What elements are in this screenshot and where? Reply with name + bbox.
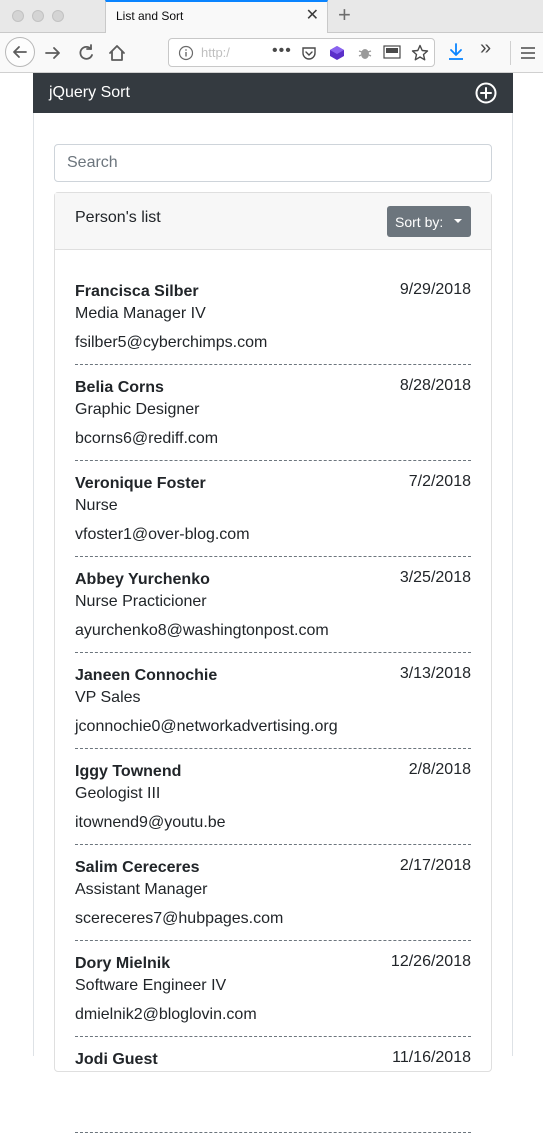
- person-date: 2/17/2018: [399, 857, 471, 874]
- list-item[interactable]: Jodi Guest 11/16/2018: [75, 1037, 471, 1133]
- person-date: 3/25/2018: [399, 569, 471, 586]
- person-role: Nurse Practicioner: [75, 593, 207, 610]
- person-role: Media Manager IV: [75, 305, 206, 322]
- person-date: 9/29/2018: [399, 281, 471, 298]
- browser-toolbar: http:/ ••• »: [0, 33, 543, 73]
- sort-button-label: Sort by:: [395, 213, 444, 230]
- person-email: scereceres7@hubpages.com: [75, 910, 284, 927]
- url-bar[interactable]: http:/ •••: [168, 38, 435, 67]
- person-date: 8/28/2018: [399, 377, 471, 394]
- home-icon[interactable]: [107, 43, 127, 63]
- person-role: VP Sales: [75, 689, 141, 706]
- person-date: 3/13/2018: [399, 665, 471, 682]
- person-list-card: Person's list Sort by: Francisca Silber …: [54, 192, 492, 1133]
- person-name: Abbey Yurchenko: [75, 571, 210, 588]
- person-email: jconnochie0@networkadvertising.org: [75, 718, 338, 735]
- navbar-brand[interactable]: jQuery Sort: [49, 84, 130, 102]
- forward-arrow-icon[interactable]: [43, 43, 63, 63]
- person-date: 2/8/2018: [408, 761, 471, 778]
- close-icon[interactable]: ✕: [306, 6, 319, 26]
- list-item[interactable]: Belia Corns 8/28/2018 Graphic Designer b…: [75, 365, 471, 461]
- info-icon[interactable]: [178, 45, 194, 61]
- person-email: ayurchenko8@washingtonpost.com: [75, 622, 329, 639]
- search-input[interactable]: [54, 144, 492, 182]
- person-name: Jodi Guest: [75, 1051, 158, 1068]
- person-role: Assistant Manager: [75, 881, 208, 898]
- download-icon[interactable]: [447, 42, 465, 62]
- browser-tab-bar: List and Sort ✕ +: [0, 0, 543, 33]
- caret-down-icon: [454, 219, 462, 223]
- person-name: Janeen Connochie: [75, 667, 218, 684]
- person-date: 7/2/2018: [408, 473, 471, 490]
- person-email: bcorns6@rediff.com: [75, 430, 219, 447]
- add-circle-icon[interactable]: [475, 82, 497, 104]
- url-text: http:/: [201, 45, 230, 60]
- window-zoom-control[interactable]: [52, 10, 64, 22]
- list-item[interactable]: Salim Cereceres 2/17/2018 Assistant Mana…: [75, 845, 471, 941]
- list-item[interactable]: Dory Mielnik 12/26/2018 Software Enginee…: [75, 941, 471, 1037]
- person-name: Francisca Silber: [75, 283, 199, 300]
- person-date: 12/26/2018: [390, 953, 471, 970]
- overflow-chevron-icon[interactable]: »: [480, 38, 491, 58]
- back-button[interactable]: [5, 37, 35, 67]
- reload-icon[interactable]: [76, 43, 96, 63]
- sort-dropdown-button[interactable]: Sort by:: [387, 206, 471, 237]
- person-name: Iggy Townend: [75, 763, 182, 780]
- hamburger-menu-icon[interactable]: [520, 45, 536, 61]
- person-email: vfoster1@over-blog.com: [75, 526, 250, 543]
- person-role: Graphic Designer: [75, 401, 200, 418]
- toolbar-divider: [510, 41, 511, 65]
- list-item[interactable]: Abbey Yurchenko 3/25/2018 Nurse Practici…: [75, 557, 471, 653]
- screen-size-icon[interactable]: [383, 45, 401, 61]
- person-role: Geologist III: [75, 785, 161, 802]
- person-name: Salim Cereceres: [75, 859, 200, 876]
- person-name: Dory Mielnik: [75, 955, 171, 972]
- app-navbar: jQuery Sort: [33, 73, 513, 113]
- person-name: Veronique Foster: [75, 475, 206, 492]
- person-name: Belia Corns: [75, 379, 164, 396]
- bookmark-star-icon[interactable]: [411, 44, 429, 62]
- extension-cube-icon[interactable]: [329, 45, 345, 61]
- card-header: Person's list Sort by:: [55, 193, 491, 250]
- list-item[interactable]: Veronique Foster 7/2/2018 Nurse vfoster1…: [75, 461, 471, 557]
- window-close-control[interactable]: [12, 10, 24, 22]
- back-arrow-icon: [13, 46, 27, 58]
- person-role: Nurse: [75, 497, 118, 514]
- person-role: Software Engineer IV: [75, 977, 227, 994]
- list-item[interactable]: Francisca Silber 9/29/2018 Media Manager…: [75, 269, 471, 365]
- person-date: 11/16/2018: [392, 1049, 471, 1066]
- pocket-icon[interactable]: [301, 45, 317, 61]
- tab-title: List and Sort: [116, 9, 184, 23]
- person-email: dmielnik2@bloglovin.com: [75, 1006, 257, 1023]
- card-title: Person's list: [75, 209, 161, 226]
- person-email: itownend9@youtu.be: [75, 814, 226, 831]
- bug-icon[interactable]: [357, 45, 373, 61]
- list-item[interactable]: Iggy Townend 2/8/2018 Geologist III itow…: [75, 749, 471, 845]
- browser-tab[interactable]: List and Sort ✕: [105, 0, 328, 33]
- page-actions-icon[interactable]: •••: [272, 42, 292, 60]
- window-minimize-control[interactable]: [32, 10, 44, 22]
- person-list: Francisca Silber 9/29/2018 Media Manager…: [75, 269, 471, 1133]
- person-email: fsilber5@cyberchimps.com: [75, 334, 268, 351]
- new-tab-icon[interactable]: +: [338, 3, 351, 27]
- list-item[interactable]: Janeen Connochie 3/13/2018 VP Sales jcon…: [75, 653, 471, 749]
